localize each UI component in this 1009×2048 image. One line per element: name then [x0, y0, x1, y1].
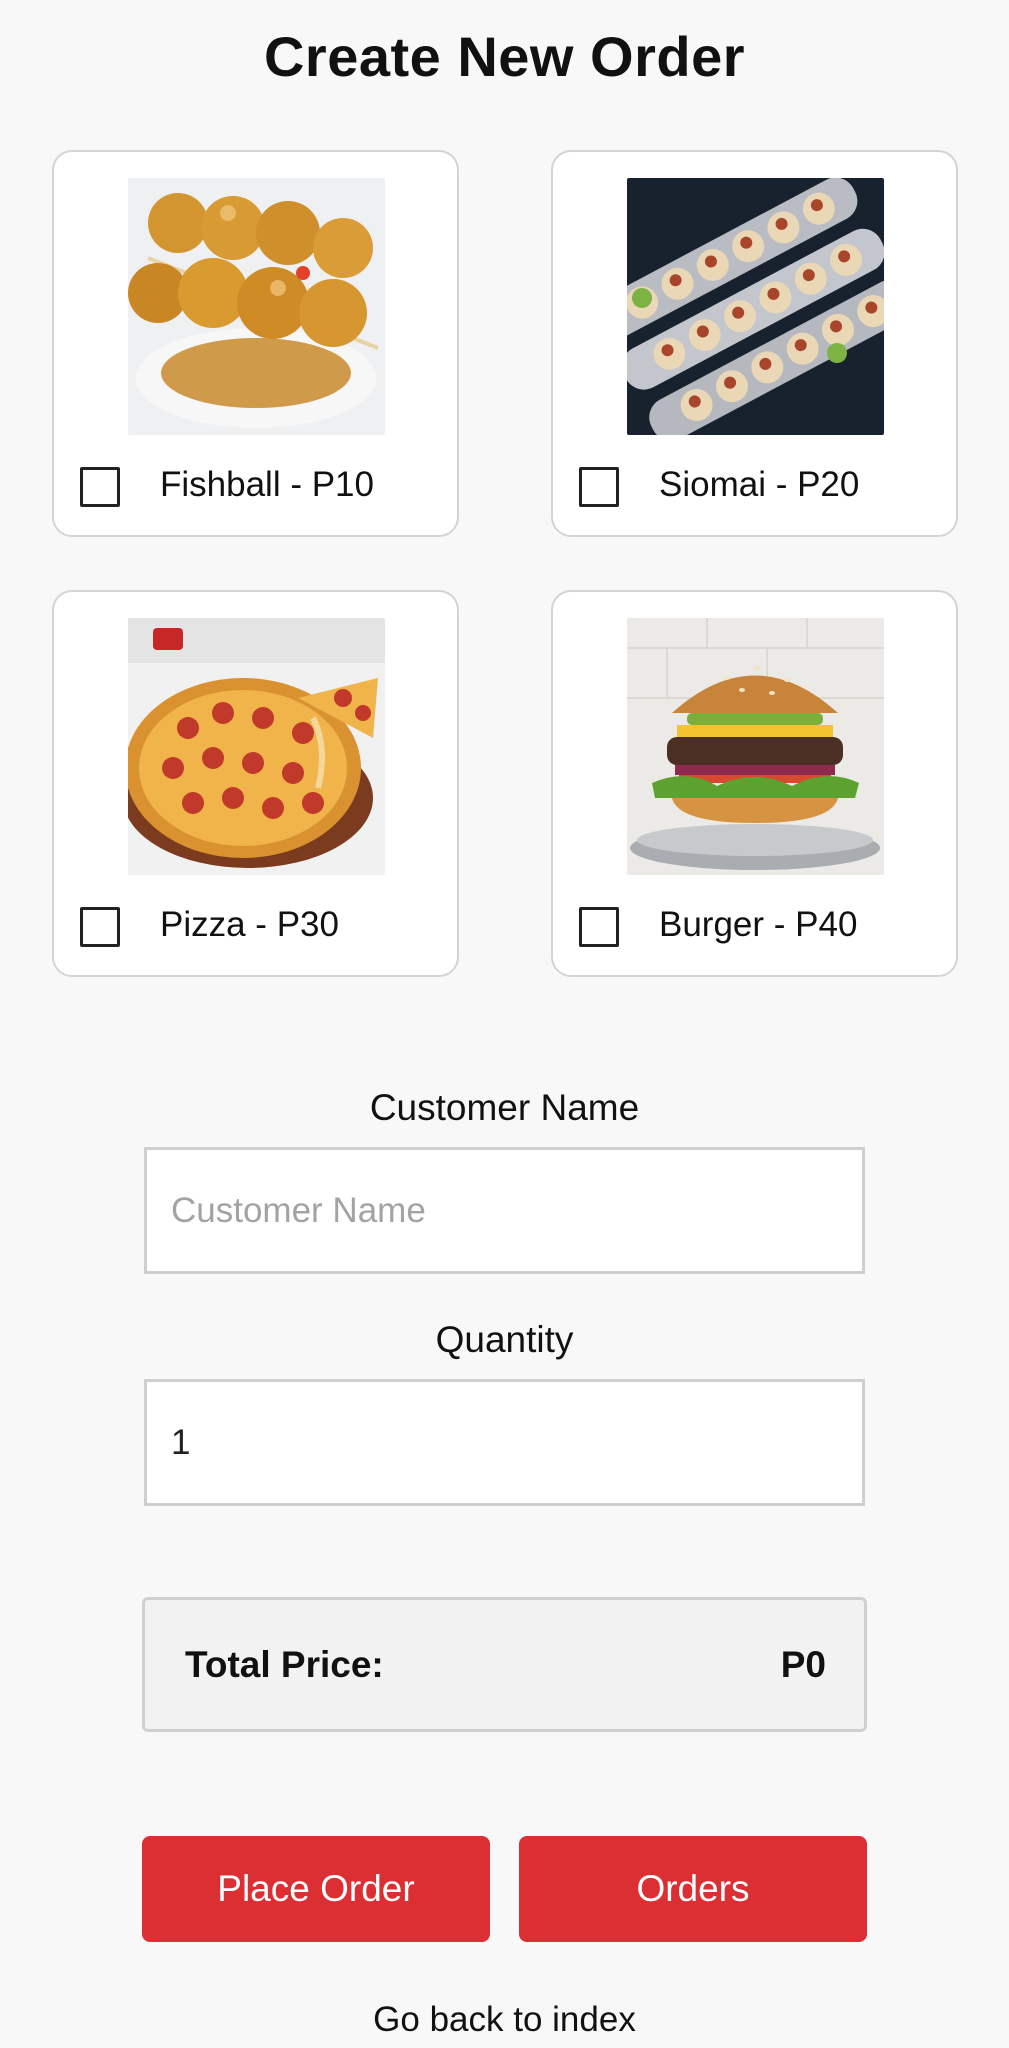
burger-photo [627, 618, 884, 875]
burger-checkbox[interactable] [579, 907, 619, 947]
customer-name-input[interactable] [144, 1147, 865, 1274]
fishball-checkbox[interactable] [80, 467, 120, 507]
pizza-checkbox[interactable] [80, 907, 120, 947]
total-price-box: Total Price: P0 [142, 1597, 867, 1732]
quantity-label: Quantity [435, 1319, 574, 1360]
page-title: Create New Order [263, 25, 746, 88]
siomai-checkbox[interactable] [579, 467, 619, 507]
create-order-page: Create New Order Fishball - P10 Siomai -… [0, 0, 1009, 2048]
total-price-value: P0 [780, 1644, 826, 1685]
menu-item-card-fishball[interactable]: Fishball - P10 [52, 150, 459, 537]
siomai-photo [627, 178, 884, 435]
quantity-input[interactable] [144, 1379, 865, 1506]
fishball-photo [128, 178, 385, 435]
orders-button[interactable]: Orders [519, 1836, 867, 1942]
menu-item-card-pizza[interactable]: Pizza - P30 [52, 590, 459, 977]
menu-item-card-burger[interactable]: Burger - P40 [551, 590, 958, 977]
siomai-label: Siomai - P20 [659, 465, 860, 504]
pizza-photo [128, 618, 385, 875]
total-price-label: Total Price: [185, 1644, 384, 1685]
go-back-link[interactable]: Go back to index [0, 2000, 1009, 2040]
fishball-label: Fishball - P10 [160, 465, 374, 504]
pizza-label: Pizza - P30 [160, 905, 339, 944]
customer-name-label: Customer Name [369, 1087, 640, 1128]
menu-item-card-siomai[interactable]: Siomai - P20 [551, 150, 958, 537]
burger-label: Burger - P40 [659, 905, 858, 944]
place-order-button[interactable]: Place Order [142, 1836, 490, 1942]
